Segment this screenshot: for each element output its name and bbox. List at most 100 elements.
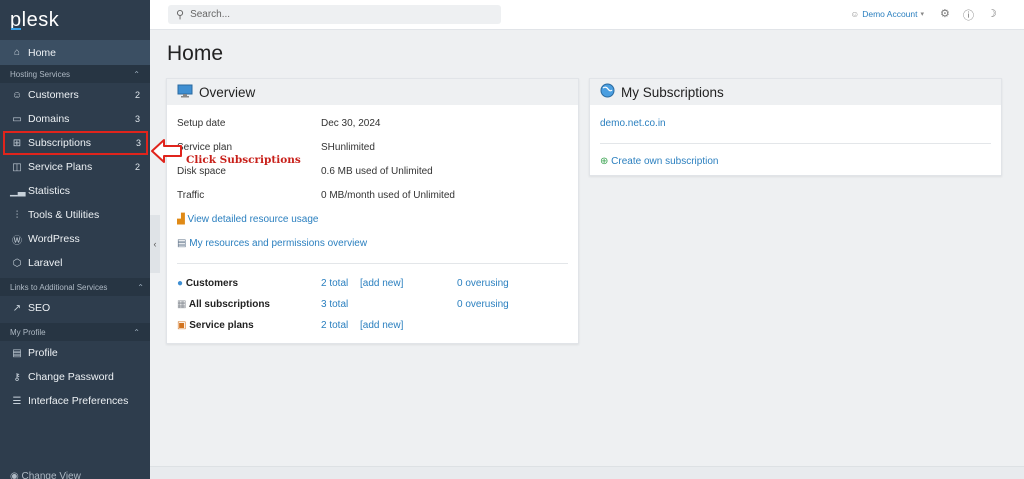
- chevron-up-icon: ⌃: [137, 282, 144, 292]
- extensions-icon[interactable]: ⚙: [940, 7, 950, 20]
- summary-label-text: Customers: [185, 278, 239, 289]
- sidebar-item-laravel[interactable]: ⬡ Laravel: [0, 251, 150, 275]
- service-plan-label: Service plan: [177, 142, 233, 153]
- summary-label-text: All subscriptions: [188, 299, 270, 310]
- add-globe-icon: ⊕: [600, 156, 609, 167]
- subscription-domain-link[interactable]: demo.net.co.in: [600, 118, 666, 129]
- sidebar-item-domains[interactable]: ▭ Domains 3: [0, 107, 150, 131]
- my-subscriptions-title: My Subscriptions: [621, 84, 724, 100]
- overview-title: Overview: [199, 84, 256, 100]
- key-icon: ⚷: [13, 371, 21, 383]
- sidebar-item-label: Domains: [28, 113, 70, 125]
- annotation-text: Click Subscriptions: [186, 154, 301, 166]
- sidebar-item-label: Interface Preferences: [28, 395, 129, 407]
- customers-total-link[interactable]: 2 total: [321, 278, 348, 289]
- section-hosting-services[interactable]: Hosting Services ⌃: [0, 65, 150, 83]
- disk-space-value: 0.6 MB used of Unlimited: [321, 166, 433, 177]
- sidebar-item-wordpress[interactable]: Ⓦ WordPress: [0, 227, 150, 251]
- plesk-logo[interactable]: plesk: [0, 0, 150, 40]
- sidebar-item-label: Profile: [28, 347, 58, 359]
- resources-permissions-link[interactable]: ▤ My resources and permissions overview: [177, 238, 367, 249]
- overview-divider: [177, 263, 568, 264]
- top-bar: ⚲ ☺ Demo Account ▾ ⚙ ⓘ ☽: [150, 0, 1024, 30]
- sidebar-item-label: WordPress: [28, 233, 80, 245]
- sidebar-item-seo[interactable]: ↗ SEO: [0, 296, 150, 320]
- sidebar-item-label: Service Plans: [28, 161, 93, 173]
- sidebar-item-tools[interactable]: ⫶ Tools & Utilities: [0, 203, 150, 227]
- trend-icon: ↗: [12, 302, 22, 314]
- plan-icon: ▣: [177, 320, 187, 331]
- count-badge: 2: [134, 90, 140, 100]
- sidebar-item-label: Statistics: [28, 185, 71, 197]
- bar-chart-icon: ▟: [177, 214, 185, 225]
- logo-accent: [11, 28, 21, 30]
- sidebar-item-customers[interactable]: ☺ Customers 2: [0, 83, 150, 107]
- sidebar-item-subscriptions[interactable]: ⊞ Subscriptions 3: [3, 131, 148, 155]
- sidebar-item-label: Customers: [28, 89, 79, 101]
- setup-date-value: Dec 30, 2024: [321, 118, 381, 129]
- sidebar-item-label: Laravel: [28, 257, 63, 269]
- traffic-value: 0 MB/month used of Unlimited: [321, 190, 455, 201]
- user-icon: ☺: [11, 89, 23, 101]
- sidebar-item-label: Tools & Utilities: [28, 209, 100, 221]
- plans-total-link[interactable]: 2 total: [321, 320, 348, 331]
- customers-overusing-link[interactable]: 0 overusing: [457, 278, 509, 289]
- sidebar-item-statistics[interactable]: ▁▃ Statistics: [0, 179, 150, 203]
- summary-customers-label: ● Customers: [177, 278, 238, 289]
- chevron-up-icon: ⌃: [133, 69, 140, 79]
- sidebar-item-interface-preferences[interactable]: ☰ Interface Preferences: [0, 389, 150, 413]
- section-my-profile[interactable]: My Profile ⌃: [0, 323, 150, 341]
- id-card-icon: ▤: [12, 347, 22, 359]
- section-label: Hosting Services: [10, 69, 71, 79]
- summary-label-text: Service plans: [189, 320, 254, 331]
- account-menu[interactable]: ☺ Demo Account ▾: [851, 9, 924, 19]
- view-resource-usage-link[interactable]: ▟ View detailed resource usage: [177, 214, 319, 225]
- monitor-icon: ▭: [12, 113, 22, 125]
- link-label: Create own subscription: [611, 156, 719, 167]
- chevron-left-icon: ‹: [153, 239, 157, 249]
- eye-icon: ◉: [10, 471, 22, 479]
- help-icon[interactable]: ⓘ: [963, 7, 974, 23]
- link-label: My resources and permissions overview: [189, 238, 368, 249]
- annotation-arrow-icon: [151, 139, 182, 163]
- section-links-additional[interactable]: Links to Additional Services ⌃: [0, 278, 150, 296]
- add-customer-link[interactable]: [add new]: [360, 278, 403, 289]
- theme-toggle-icon[interactable]: ☽: [987, 7, 997, 20]
- sidebar-item-label: Change Password: [28, 371, 114, 383]
- sidebar-item-service-plans[interactable]: ◫ Service Plans 2: [0, 155, 150, 179]
- change-view-link[interactable]: ◉ Change View: [10, 471, 81, 479]
- sidebar-item-label: Subscriptions: [28, 137, 92, 149]
- bar-chart-icon: ▁▃: [10, 185, 26, 197]
- sidebar-item-label: Home: [28, 46, 57, 59]
- sidebar-item-home[interactable]: ⌂ Home: [0, 40, 150, 65]
- wordpress-icon: Ⓦ: [12, 235, 22, 247]
- search-input[interactable]: [190, 9, 491, 20]
- subscriptions-overusing-link[interactable]: 0 overusing: [457, 299, 509, 310]
- overview-header: Overview: [167, 79, 578, 105]
- search-box[interactable]: ⚲: [168, 5, 501, 24]
- service-plan-value: SHunlimited: [321, 142, 375, 153]
- user-icon: ●: [177, 278, 184, 289]
- page-title: Home: [167, 42, 224, 65]
- list-icon: ▤: [177, 238, 187, 249]
- footer: [150, 466, 1024, 479]
- globe-icon: [600, 83, 615, 101]
- section-label: Links to Additional Services: [10, 282, 108, 292]
- grid-icon: ⊞: [12, 137, 22, 149]
- summary-plans-label: ▣ Service plans: [177, 320, 254, 331]
- user-icon: ☺: [850, 9, 860, 19]
- sidebar-item-profile[interactable]: ▤ Profile: [0, 341, 150, 365]
- subscriptions-total-link[interactable]: 3 total: [321, 299, 348, 310]
- sidebar: plesk ⌂ Home Hosting Services ⌃ ☺ Custom…: [0, 0, 150, 479]
- sidebar-item-change-password[interactable]: ⚷ Change Password: [0, 365, 150, 389]
- section-label: My Profile: [10, 327, 46, 337]
- create-subscription-link[interactable]: ⊕ Create own subscription: [600, 156, 718, 167]
- add-plan-link[interactable]: [add new]: [360, 320, 403, 331]
- sidebar-item-label: SEO: [28, 302, 51, 314]
- count-badge: 3: [135, 138, 141, 148]
- collapse-sidebar-button[interactable]: ‹: [150, 215, 160, 273]
- change-view-label: Change View: [21, 471, 81, 479]
- my-subscriptions-header: My Subscriptions: [590, 79, 1001, 105]
- summary-subscriptions-label: ▦ All subscriptions: [177, 299, 270, 310]
- chevron-up-icon: ⌃: [133, 327, 140, 337]
